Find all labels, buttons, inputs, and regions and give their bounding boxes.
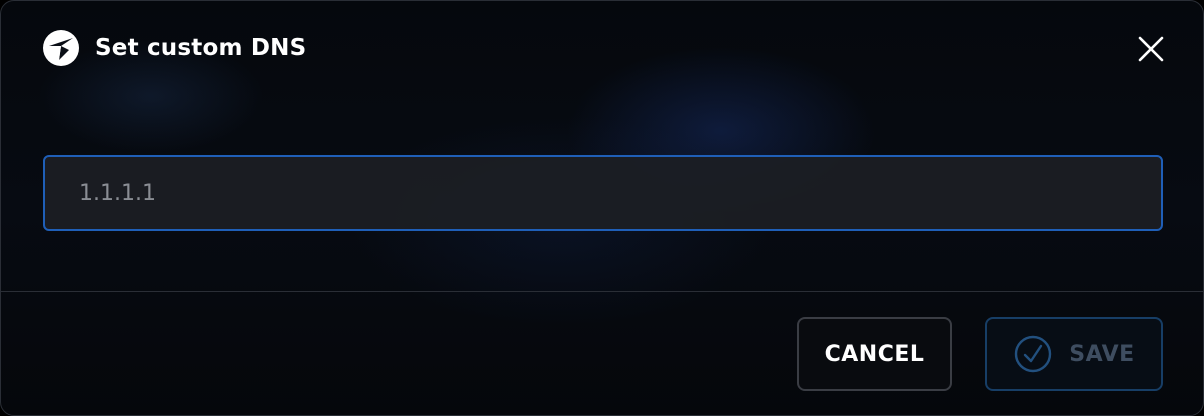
cancel-button-label: CANCEL [824, 341, 925, 367]
cancel-button[interactable]: CANCEL [797, 317, 952, 391]
check-circle-icon [1013, 334, 1053, 374]
dns-input[interactable] [45, 157, 1161, 229]
save-button[interactable]: SAVE [985, 317, 1163, 391]
footer-divider [1, 291, 1203, 292]
dialog-title: Set custom DNS [95, 35, 307, 61]
custom-dns-dialog: Set custom DNS CANCEL SAVE [0, 0, 1204, 416]
save-button-label: SAVE [1069, 341, 1135, 367]
dns-input-container [43, 155, 1163, 231]
close-icon [1138, 36, 1164, 62]
app-logo-icon [43, 30, 79, 66]
dialog-header: Set custom DNS [1, 1, 1203, 97]
close-button[interactable] [1133, 31, 1169, 67]
